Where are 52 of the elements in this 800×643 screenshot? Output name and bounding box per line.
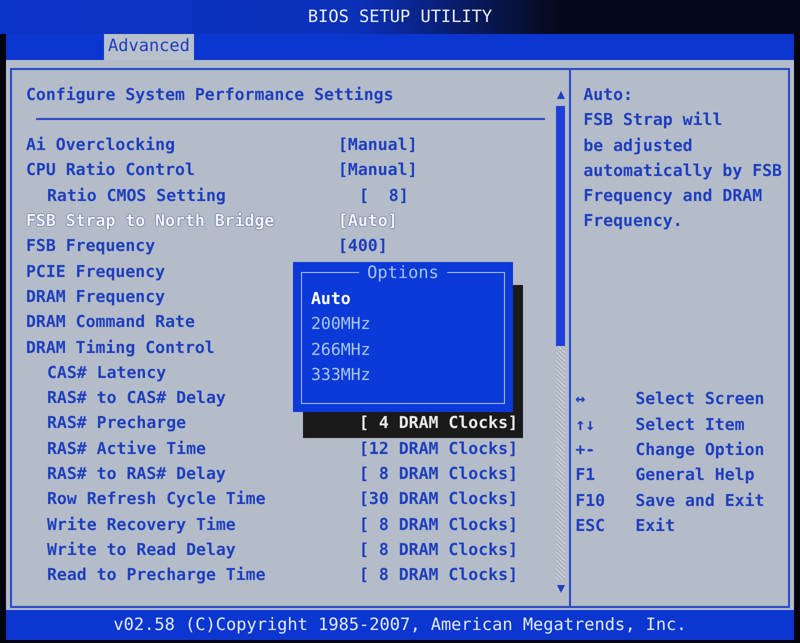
window-title: BIOS SETUP UTILITY <box>308 7 492 27</box>
setting-value[interactable]: [ 8 DRAM Clocks] <box>359 514 518 534</box>
setting-value[interactable]: [ 8] <box>359 186 409 205</box>
setting-value[interactable]: [ 4 DRAM Clocks] <box>359 413 518 432</box>
setting-label[interactable]: Write to Read Delay <box>26 540 359 559</box>
help-text: Auto: <box>583 84 634 106</box>
menu-tab[interactable]: Advanced <box>104 34 194 60</box>
setting-label[interactable]: Write Recovery Time <box>26 514 359 534</box>
key-label: F1 <box>575 465 596 484</box>
option-item[interactable]: Auto <box>311 286 371 312</box>
setting-value[interactable]: [ 8 DRAM Clocks] <box>359 540 518 559</box>
help-text: automatically by FSB <box>583 160 782 182</box>
help-text: Frequency. <box>583 210 684 232</box>
setting-value[interactable]: [Manual] <box>338 160 418 180</box>
key-label: F10 <box>575 490 606 510</box>
key-label: ↔ <box>575 389 586 408</box>
key-action: Save and Exit <box>635 490 764 510</box>
key-action: General Help <box>635 465 755 484</box>
setting-value[interactable]: [ 8 DRAM Clocks] <box>359 464 518 483</box>
setting-label[interactable]: FSB Frequency <box>26 236 338 256</box>
setting-value[interactable]: [30 DRAM Clocks] <box>359 489 518 508</box>
help-text: be adjusted <box>583 134 694 157</box>
setting-label[interactable]: RAS# Active Time <box>26 438 359 458</box>
popup-title: Options <box>359 263 447 283</box>
up-arrow-icon[interactable] <box>556 90 566 100</box>
setting-label[interactable]: Ratio CMOS Setting <box>26 186 359 205</box>
help-text: Frequency and DRAM <box>583 185 764 208</box>
option-item[interactable]: 200MHz <box>311 311 371 337</box>
key-label: ↑↓ <box>575 414 596 434</box>
option-item[interactable]: 333MHz <box>311 362 371 388</box>
key-label: ESC <box>575 516 606 535</box>
setting-label[interactable]: RAS# to RAS# Delay <box>26 464 359 483</box>
key-label: +- <box>575 440 596 459</box>
down-arrow-icon[interactable] <box>556 584 566 594</box>
setting-label[interactable]: Read to Precharge Time <box>26 565 359 584</box>
setting-label[interactable]: Ai Overclocking <box>26 135 338 154</box>
setting-label[interactable]: CPU Ratio Control <box>26 160 338 180</box>
setting-value[interactable]: [12 DRAM Clocks] <box>359 438 518 458</box>
setting-value[interactable]: [ 8 DRAM Clocks] <box>359 565 518 584</box>
section-heading: Configure System Performance Settings <box>26 84 395 106</box>
setting-value[interactable]: [Manual] <box>338 135 418 154</box>
key-action: Exit <box>635 516 676 535</box>
option-item[interactable]: 266MHz <box>311 336 371 362</box>
key-action: Select Item <box>635 414 745 434</box>
key-action: Change Option <box>635 440 764 459</box>
scrollbar[interactable] <box>555 90 566 594</box>
copyright-text: v02.58 (C)Copyright 1985-2007, American Megatrends, Inc. <box>113 615 687 635</box>
setting-label[interactable]: Row Refresh Cycle Time <box>26 489 359 508</box>
setting-value[interactable]: [400] <box>338 236 388 256</box>
setting-label[interactable]: RAS# Precharge <box>26 413 359 432</box>
key-action: Select Screen <box>635 389 764 408</box>
help-text: FSB Strap will <box>583 109 724 132</box>
